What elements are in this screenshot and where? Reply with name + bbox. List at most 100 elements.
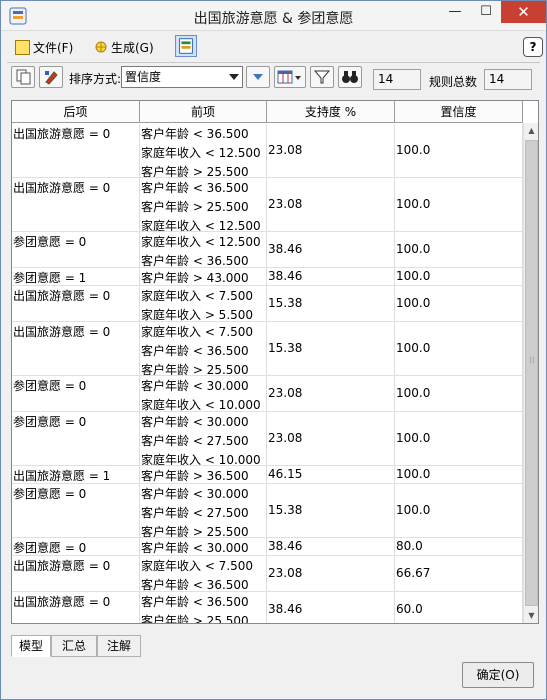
antecedent-cell: 家庭年收入 < 7.500 客户年龄 < 36.500 客户年龄 > 25.500 xyxy=(140,322,267,375)
antecedent-item: 客户年龄 < 36.500 xyxy=(141,254,249,267)
support-value: 38.46 xyxy=(268,539,303,553)
header-confidence[interactable]: 置信度 xyxy=(395,101,523,123)
antecedent-item: 家庭年收入 < 12.500 xyxy=(141,235,261,249)
sort-value: 置信度 xyxy=(125,70,162,84)
consequent-cell: 参团意愿 = 0 xyxy=(12,484,140,537)
consequent-cell: 出国旅游意愿 = 0 xyxy=(12,178,140,231)
marker-icon xyxy=(45,71,58,85)
title-bar: 出国旅游意愿 & 参团意愿 — ☐ ✕ xyxy=(1,1,546,31)
confidence-value: 100.0 xyxy=(396,467,431,481)
bottom-tabs: 模型 汇总 注解 xyxy=(11,635,211,657)
table-row[interactable]: 出国旅游意愿 = 0 客户年龄 < 36.500 客户年龄 > 25.500 家庭年收… xyxy=(12,178,523,232)
support-cell: 15.38 xyxy=(267,484,395,537)
toolbar: 排序方式: 置信度 14 规则总数 14 xyxy=(7,65,542,93)
header-consequent[interactable]: 后项 xyxy=(12,101,140,123)
highlight-button[interactable] xyxy=(39,66,63,88)
vertical-scrollbar[interactable]: ▲ ▼ xyxy=(523,123,538,623)
header-support[interactable]: 支持度 % xyxy=(267,101,395,123)
support-value: 38.46 xyxy=(268,242,303,256)
menu-generate-label: 生成(G) xyxy=(111,41,154,55)
menu-generate[interactable]: 生成(G) xyxy=(91,37,154,59)
support-cell: 46.15 xyxy=(267,466,395,483)
support-cell: 15.38 xyxy=(267,322,395,375)
confidence-cell: 100.0 xyxy=(395,376,523,411)
table-row[interactable]: 参团意愿 = 1 客户年龄 > 43.000 38.46 100.0 xyxy=(12,268,523,286)
rules-table: 后项 前项 支持度 % 置信度 出国旅游意愿 = 0 客户年龄 < 36.500 家… xyxy=(11,100,539,624)
model-view-icon[interactable] xyxy=(175,35,197,57)
table-row[interactable]: 参团意愿 = 0 客户年龄 < 30.000 38.46 80.0 xyxy=(12,538,523,556)
tab-summary[interactable]: 汇总 xyxy=(51,635,97,657)
consequent-text: 出国旅游意愿 = 1 xyxy=(13,469,111,483)
consequent-text: 出国旅游意愿 = 0 xyxy=(13,127,111,141)
consequent-cell: 出国旅游意愿 = 0 xyxy=(12,592,140,623)
antecedent-item: 家庭年收入 < 7.500 xyxy=(141,289,254,303)
splitter-grip-icon[interactable]: ⁞⁞ xyxy=(529,356,541,368)
antecedent-cell: 客户年龄 < 36.500 家庭年收入 < 12.500 客户年龄 > 25.500 xyxy=(140,124,267,177)
support-value: 15.38 xyxy=(268,503,303,517)
maximize-button[interactable]: ☐ xyxy=(471,1,501,23)
table-row[interactable]: 出国旅游意愿 = 0 家庭年收入 < 7.500 家庭年收入 > 5.500 15.3… xyxy=(12,286,523,322)
antecedent-cell: 客户年龄 < 30.000 xyxy=(140,538,267,555)
consequent-cell: 参团意愿 = 0 xyxy=(12,412,140,465)
antecedent-item: 客户年龄 < 30.000 xyxy=(141,415,249,429)
ok-button[interactable]: 确定(O) xyxy=(462,662,534,688)
confidence-cell: 100.0 xyxy=(395,124,523,177)
consequent-cell: 出国旅游意愿 = 0 xyxy=(12,124,140,177)
sort-order-button[interactable] xyxy=(246,66,270,88)
menu-file[interactable]: 文件(F) xyxy=(13,37,73,59)
consequent-text: 出国旅游意愿 = 0 xyxy=(13,181,111,195)
table-row[interactable]: 参团意愿 = 0 家庭年收入 < 12.500 客户年龄 < 36.500 38.46… xyxy=(12,232,523,268)
consequent-cell: 参团意愿 = 1 xyxy=(12,268,140,285)
consequent-cell: 参团意愿 = 0 xyxy=(12,376,140,411)
antecedent-item: 家庭年收入 < 7.500 xyxy=(141,325,254,339)
scroll-down-icon[interactable]: ▼ xyxy=(524,608,538,623)
consequent-text: 参团意愿 = 0 xyxy=(13,415,87,429)
table-row[interactable]: 出国旅游意愿 = 0 家庭年收入 < 7.500 客户年龄 < 36.500 23.0… xyxy=(12,556,523,592)
columns-button[interactable] xyxy=(274,66,306,88)
antecedent-item: 家庭年收入 < 10.000 xyxy=(141,453,261,465)
confidence-cell: 100.0 xyxy=(395,268,523,285)
table-row[interactable]: 出国旅游意愿 = 1 客户年龄 > 36.500 46.15 100.0 xyxy=(12,466,523,484)
consequent-text: 出国旅游意愿 = 0 xyxy=(13,325,111,339)
table-header: 后项 前项 支持度 % 置信度 xyxy=(12,101,523,123)
antecedent-cell: 家庭年收入 < 12.500 客户年龄 < 36.500 xyxy=(140,232,267,267)
copy-button[interactable] xyxy=(11,66,35,88)
table-row[interactable]: 参团意愿 = 0 客户年龄 < 30.000 客户年龄 < 27.500 家庭年收入 … xyxy=(12,412,523,466)
antecedent-item: 客户年龄 < 30.000 xyxy=(141,487,249,501)
close-button[interactable]: ✕ xyxy=(501,1,546,23)
confidence-value: 100.0 xyxy=(396,386,431,400)
binoculars-icon xyxy=(342,71,358,83)
file-icon xyxy=(15,40,30,55)
sort-descending-icon xyxy=(253,74,263,80)
table-row[interactable]: 参团意愿 = 0 客户年龄 < 30.000 客户年龄 < 27.500 客户年龄 >… xyxy=(12,484,523,538)
consequent-text: 出国旅游意愿 = 0 xyxy=(13,559,111,573)
antecedent-cell: 客户年龄 < 30.000 客户年龄 < 27.500 客户年龄 > 25.500 xyxy=(140,484,267,537)
scroll-up-icon[interactable]: ▲ xyxy=(524,123,538,138)
table-row[interactable]: 参团意愿 = 0 客户年龄 < 30.000 家庭年收入 < 10.000 23.08… xyxy=(12,376,523,412)
consequent-text: 出国旅游意愿 = 0 xyxy=(13,595,111,609)
support-value: 23.08 xyxy=(268,197,303,211)
support-value: 23.08 xyxy=(268,143,303,157)
table-row[interactable]: 出国旅游意愿 = 0 家庭年收入 < 7.500 客户年龄 < 36.500 客户年龄… xyxy=(12,322,523,376)
tab-annotations[interactable]: 注解 xyxy=(97,635,141,657)
sort-label: 排序方式: xyxy=(69,72,122,86)
antecedent-cell: 家庭年收入 < 7.500 家庭年收入 > 5.500 xyxy=(140,286,267,321)
table-row[interactable]: 出国旅游意愿 = 0 客户年龄 < 36.500 家庭年收入 < 12.500 客户年… xyxy=(12,124,523,178)
tab-model[interactable]: 模型 xyxy=(11,635,51,657)
sort-dropdown[interactable]: 置信度 xyxy=(121,66,243,88)
minimize-button[interactable]: — xyxy=(440,1,470,23)
filter-button[interactable] xyxy=(310,66,334,88)
confidence-cell: 100.0 xyxy=(395,322,523,375)
copy-icon xyxy=(16,69,31,85)
scroll-thumb[interactable] xyxy=(525,140,538,606)
support-value: 23.08 xyxy=(268,386,303,400)
header-antecedent[interactable]: 前项 xyxy=(140,101,267,123)
confidence-cell: 100.0 xyxy=(395,286,523,321)
consequent-text: 参团意愿 = 1 xyxy=(13,271,87,285)
antecedent-item: 客户年龄 < 36.500 xyxy=(141,181,249,195)
find-button[interactable] xyxy=(338,66,362,88)
table-row[interactable]: 出国旅游意愿 = 0 客户年龄 < 36.500 客户年龄 > 25.500 38.4… xyxy=(12,592,523,623)
support-value: 46.15 xyxy=(268,467,303,481)
help-button[interactable]: ? xyxy=(523,37,543,57)
support-cell: 15.38 xyxy=(267,286,395,321)
